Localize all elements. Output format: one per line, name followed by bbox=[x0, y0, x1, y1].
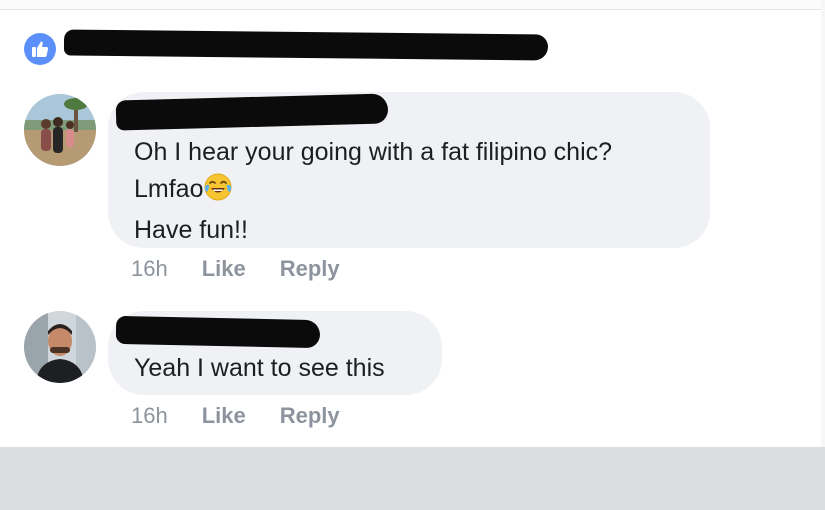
redacted-commenter-name bbox=[115, 315, 321, 349]
reply-button[interactable]: Reply bbox=[280, 256, 340, 282]
reply-button[interactable]: Reply bbox=[280, 403, 340, 429]
like-button[interactable]: Like bbox=[202, 256, 246, 282]
commenter-avatar[interactable] bbox=[24, 311, 96, 383]
comment-line: Have fun!! bbox=[134, 216, 248, 244]
comment-timestamp[interactable]: 16h bbox=[131, 403, 168, 429]
comment-meta: 16h Like Reply bbox=[131, 403, 374, 429]
comment-timestamp[interactable]: 16h bbox=[131, 256, 168, 282]
comment-line: Oh I hear your going with a fat filipino… bbox=[134, 138, 613, 166]
page-edge bbox=[821, 0, 825, 447]
tears-of-joy-emoji-icon bbox=[204, 173, 232, 212]
footer-area bbox=[0, 447, 825, 510]
comment-line-text: Lmfao bbox=[134, 175, 204, 203]
comment-line: Lmfao bbox=[134, 171, 612, 212]
redacted-reactor-names bbox=[63, 29, 549, 61]
comment-text: Yeah I want to see this bbox=[134, 350, 385, 387]
like-button[interactable]: Like bbox=[202, 403, 246, 429]
top-divider bbox=[0, 0, 825, 10]
commenter-avatar[interactable] bbox=[24, 94, 96, 166]
thumbs-up-icon[interactable] bbox=[24, 33, 56, 65]
comment-text: Oh I hear your going with a fat filipino… bbox=[134, 134, 612, 249]
comment-meta: 16h Like Reply bbox=[131, 256, 374, 282]
reactions-row[interactable] bbox=[24, 32, 56, 66]
comment-line: Yeah I want to see this bbox=[134, 354, 385, 382]
